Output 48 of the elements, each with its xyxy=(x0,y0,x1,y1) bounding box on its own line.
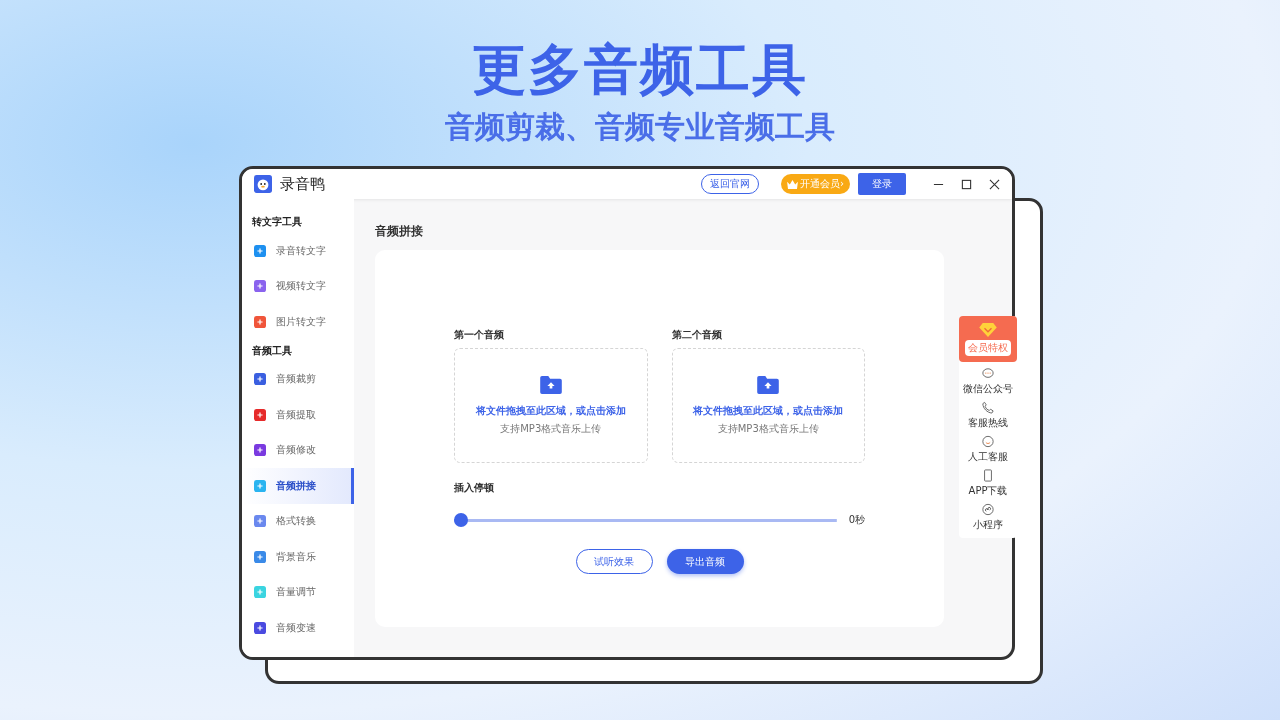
upload-hint: 支持MP3格式音乐上传 xyxy=(717,421,819,436)
upload-dropzone[interactable]: 将文件拖拽至此区域，或点击添加 支持MP3格式音乐上传 xyxy=(454,348,648,463)
upload-hint: 支持MP3格式音乐上传 xyxy=(500,421,602,436)
sidebar-item[interactable]: 音频修改 xyxy=(242,432,354,468)
preview-button[interactable]: 试听效果 xyxy=(575,549,653,574)
upload-dropzone[interactable]: 将文件拖拽至此区域，或点击添加 支持MP3格式音乐上传 xyxy=(671,348,865,463)
page-title: 音频拼接 xyxy=(375,223,424,240)
phone-icon xyxy=(982,401,994,414)
slider-thumb[interactable] xyxy=(454,513,468,527)
website-button[interactable]: 返回官网 xyxy=(701,174,759,194)
side-panel-item[interactable]: APP下载 xyxy=(968,469,1008,498)
sidebar-item[interactable]: 音频变速 xyxy=(242,610,354,646)
side-panel-item[interactable]: 人工客服 xyxy=(968,435,1008,464)
sidebar-item[interactable]: 音频提取 xyxy=(242,397,354,433)
crown-icon xyxy=(787,179,798,189)
login-button[interactable]: 登录 xyxy=(858,173,906,195)
folder-upload-icon xyxy=(539,375,562,394)
maximize-icon[interactable] xyxy=(961,178,972,190)
sidebar-item[interactable]: 格式转换 xyxy=(242,503,354,539)
sidebar-section-title: 音频工具 xyxy=(251,343,293,358)
mini-program-icon xyxy=(982,503,994,516)
sidebar-item[interactable]: 音量调节 xyxy=(242,574,354,610)
side-panel-item[interactable]: 客服热线 xyxy=(968,401,1008,430)
sidebar-item[interactable]: 录音转文字 xyxy=(242,233,354,269)
sidebar-item[interactable]: 背景音乐 xyxy=(242,539,354,575)
headline: 更多音频工具 xyxy=(472,38,808,102)
diamond-icon xyxy=(979,322,997,337)
app-name: 录音鸭 xyxy=(280,174,325,194)
upload-prompt: 将文件拖拽至此区域，或点击添加 xyxy=(475,403,626,418)
folder-upload-icon xyxy=(757,375,780,394)
export-button[interactable]: 导出音频 xyxy=(666,549,744,574)
sidebar-section-title: 转文字工具 xyxy=(251,215,303,229)
sidebar-item[interactable]: 音频裁剪 xyxy=(242,361,354,397)
subheadline: 音频剪裁、音频专业音频工具 xyxy=(445,108,835,146)
sidebar-item[interactable]: 视频转文字 xyxy=(242,268,354,304)
smiley-icon xyxy=(982,435,994,448)
duck-logo-icon xyxy=(254,175,272,193)
close-icon[interactable] xyxy=(989,178,1000,190)
mobile-phone-icon xyxy=(982,469,994,482)
side-panel-item[interactable]: 微信公众号 xyxy=(963,367,1013,396)
pause-label: 插入停顿 xyxy=(454,481,495,495)
upload-label: 第二个音频 xyxy=(671,328,723,342)
upload-prompt: 将文件拖拽至此区域，或点击添加 xyxy=(693,403,844,418)
upload-label: 第一个音频 xyxy=(454,328,505,342)
pause-reading: 0秒 xyxy=(848,513,865,527)
sidebar-item[interactable]: 图片转文字 xyxy=(242,304,354,340)
side-panel-item[interactable]: 小程序 xyxy=(973,503,1003,532)
chat-bubble-icon xyxy=(982,367,994,380)
